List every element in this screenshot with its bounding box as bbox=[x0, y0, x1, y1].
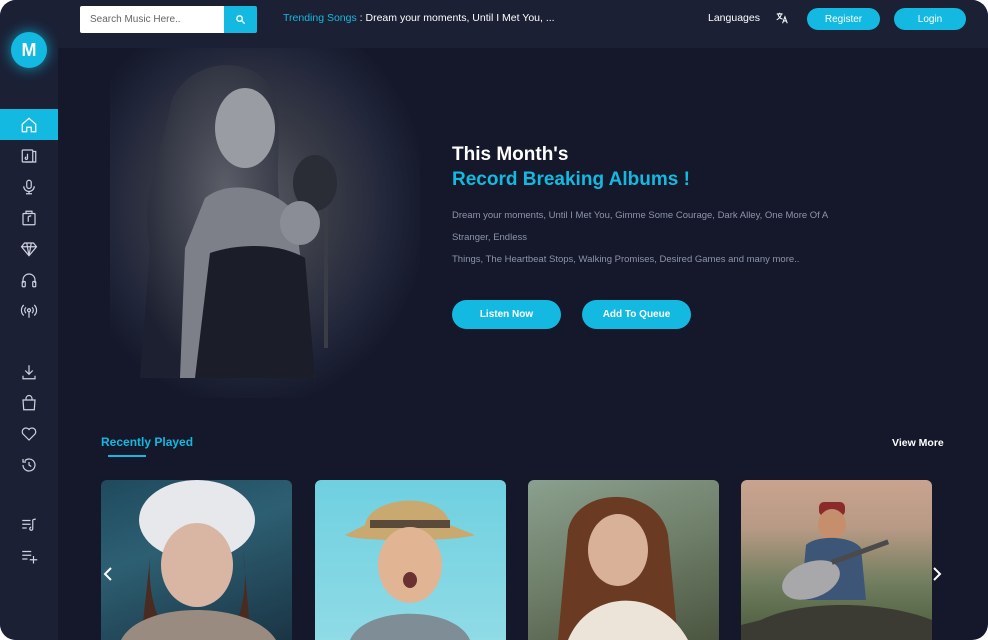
title-underline bbox=[108, 455, 146, 457]
search-input[interactable] bbox=[80, 6, 224, 33]
hero-singer-image bbox=[110, 48, 420, 398]
sidebar-item-history[interactable] bbox=[0, 449, 58, 480]
playlist-add-icon bbox=[22, 550, 38, 563]
sidebar-item-favourites[interactable] bbox=[0, 418, 58, 449]
hero-description-line: Things, The Heartbeat Stops, Walking Pro… bbox=[452, 254, 800, 265]
translate-icon[interactable] bbox=[775, 11, 789, 25]
radio-broadcast-icon bbox=[20, 304, 38, 318]
sidebar-item-albums[interactable] bbox=[0, 140, 58, 171]
login-button[interactable]: Login bbox=[894, 8, 966, 30]
history-icon bbox=[22, 457, 36, 472]
hero-title: This Month's bbox=[452, 144, 569, 165]
home-icon bbox=[21, 116, 37, 132]
carousel-prev-button[interactable] bbox=[101, 566, 115, 582]
sidebar-item-music-box[interactable] bbox=[0, 202, 58, 233]
sidebar: M bbox=[0, 0, 58, 640]
languages-label[interactable]: Languages bbox=[708, 12, 760, 24]
album-card[interactable] bbox=[741, 480, 932, 640]
trending-songs: Trending Songs : Dream your moments, Unt… bbox=[283, 12, 555, 24]
album-icon bbox=[21, 148, 37, 163]
sidebar-item-headphones[interactable] bbox=[0, 264, 58, 295]
sidebar-item-home[interactable] bbox=[0, 109, 58, 140]
carousel-next-button[interactable] bbox=[930, 566, 944, 582]
heart-icon bbox=[21, 426, 37, 441]
album-cover-woman-winter-hat bbox=[121, 480, 276, 640]
hero-description: Dream your moments, Until I Met You, Gim… bbox=[452, 205, 902, 271]
playlist-music-icon bbox=[22, 517, 36, 531]
app-window: M Search Music Here.. Trending Songs: D… bbox=[0, 0, 988, 640]
shopping-bag-icon bbox=[22, 394, 36, 410]
album-cover-man-straw-hat bbox=[345, 500, 475, 640]
album-card[interactable] bbox=[528, 480, 719, 640]
diamond-icon bbox=[20, 241, 38, 257]
download-icon bbox=[22, 364, 36, 379]
listen-now-button[interactable]: Listen Now bbox=[452, 300, 561, 329]
album-cover-man-guitar bbox=[741, 502, 932, 640]
add-to-queue-button[interactable]: Add To Queue bbox=[582, 300, 691, 329]
chevron-right-icon bbox=[933, 567, 942, 581]
sidebar-item-add-playlist[interactable] bbox=[0, 540, 58, 571]
hero-description-line: Stranger, Endless bbox=[452, 232, 527, 243]
hero-subtitle: Record Breaking Albums ! bbox=[452, 169, 690, 190]
singer-silhouette bbox=[140, 65, 337, 379]
top-bar: Trending Songs : Dream your moments, Unt… bbox=[58, 0, 988, 48]
register-button[interactable]: Register bbox=[807, 8, 880, 30]
sidebar-item-microphone[interactable] bbox=[0, 171, 58, 202]
search-button[interactable] bbox=[224, 6, 257, 33]
sidebar-item-radio[interactable] bbox=[0, 295, 58, 326]
sidebar-item-premium[interactable] bbox=[0, 233, 58, 264]
trending-label: Trending Songs bbox=[283, 12, 357, 24]
trending-separator: : bbox=[356, 12, 366, 24]
sidebar-item-purchases[interactable] bbox=[0, 387, 58, 418]
sidebar-item-downloads[interactable] bbox=[0, 356, 58, 387]
hero-description-line: Dream your moments, Until I Met You, Gim… bbox=[452, 210, 829, 221]
logo[interactable]: M bbox=[11, 32, 47, 68]
sidebar-item-playlist[interactable] bbox=[0, 509, 58, 540]
album-card[interactable] bbox=[101, 480, 292, 640]
album-card[interactable] bbox=[315, 480, 506, 640]
trending-songs-list[interactable]: Dream your moments, Until I Met You, ... bbox=[366, 12, 555, 24]
music-box-icon bbox=[22, 210, 36, 225]
album-cover-woman-autumn bbox=[558, 496, 688, 640]
microphone-icon bbox=[23, 179, 35, 194]
view-more-link[interactable]: View More bbox=[892, 437, 944, 449]
recently-played-title: Recently Played bbox=[101, 435, 194, 449]
chevron-left-icon bbox=[103, 567, 112, 581]
search-icon bbox=[236, 15, 246, 25]
headphones-icon bbox=[21, 272, 37, 287]
